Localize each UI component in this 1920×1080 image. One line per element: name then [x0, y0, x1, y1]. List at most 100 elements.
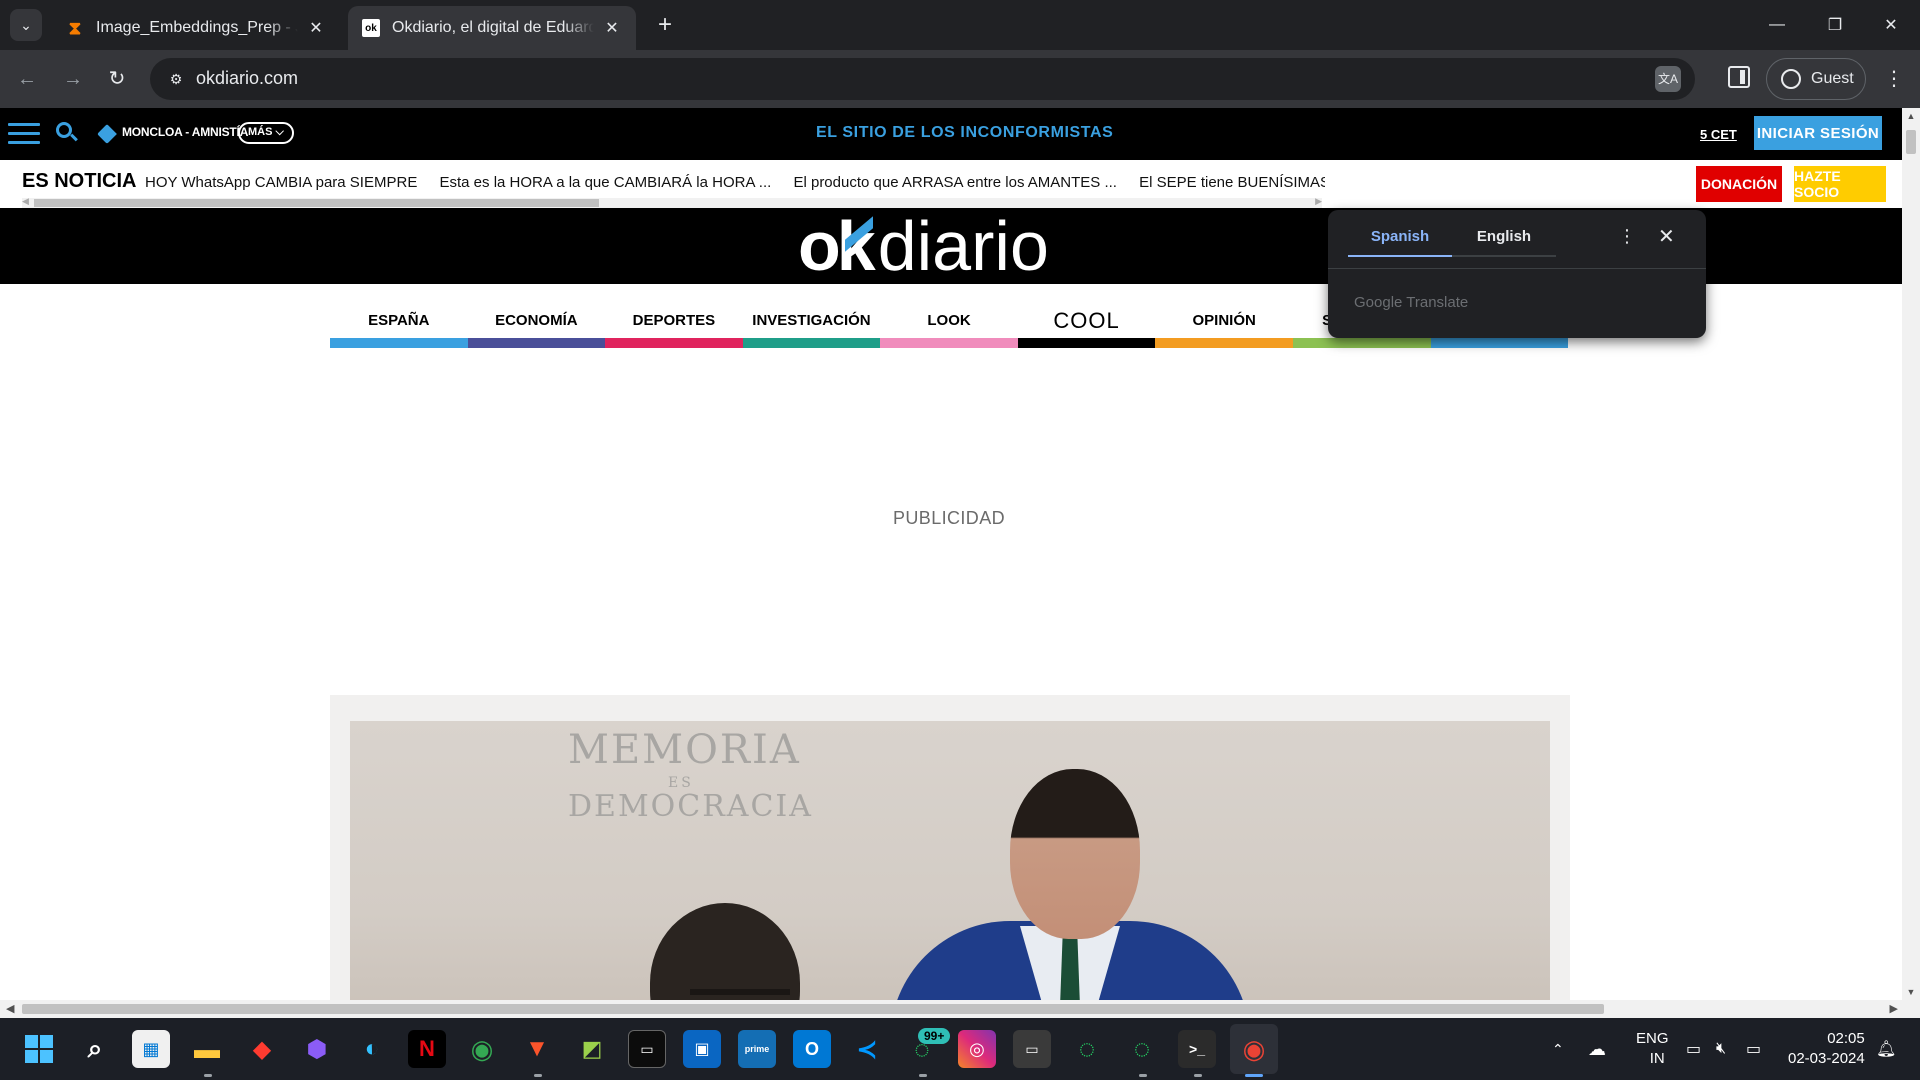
app-red-diamond-icon[interactable]: ◆	[243, 1030, 281, 1068]
scroll-right-icon[interactable]: ▶	[1315, 196, 1322, 207]
vscode-icon[interactable]: ≺	[848, 1030, 886, 1068]
okdiario-logo[interactable]: ok diario	[798, 210, 1049, 282]
terminal-icon[interactable]: >_	[1178, 1030, 1216, 1068]
become-member-button[interactable]: HAZTE SOCIO	[1794, 166, 1886, 202]
more-topics-button[interactable]: MÁS ⌵	[238, 122, 294, 144]
chrome-icon[interactable]: ◉	[463, 1030, 501, 1068]
running-indicator	[919, 1074, 927, 1077]
onedrive-icon[interactable]: ☁	[1588, 1018, 1606, 1080]
close-icon[interactable]: ✕	[1658, 224, 1675, 249]
lead-article[interactable]: MEMORIA ES DEMOCRACIA	[330, 695, 1570, 1000]
app-purple-icon[interactable]: ⬢	[298, 1030, 336, 1068]
scroll-down-icon[interactable]: ▼	[1906, 987, 1916, 997]
hourglass-icon: ⧗	[68, 17, 82, 38]
instagram-icon[interactable]: ◎	[958, 1030, 996, 1068]
notifications-bell-icon[interactable]: 🔔︎	[1876, 1018, 1896, 1080]
new-tab-button[interactable]: +	[652, 12, 678, 38]
ticker-scrollbar[interactable]: ◀ ▶	[22, 196, 1322, 208]
app-blue-icon[interactable]: ▣	[683, 1030, 721, 1068]
site-topbar: MONCLOA - AMNISTÍA MÁS ⌵ EL SITIO DE LOS…	[0, 108, 1902, 160]
ticker-item[interactable]: Esta es la HORA a la que CAMBIARÁ la HOR…	[440, 174, 772, 191]
divider	[1328, 268, 1706, 269]
tab-search-button[interactable]: ⌄	[10, 9, 42, 41]
scroll-left-icon[interactable]: ◀	[6, 1002, 14, 1015]
nav-cool[interactable]: COOL	[1017, 298, 1156, 348]
url-text[interactable]: okdiario.com	[196, 68, 298, 89]
scroll-up-icon[interactable]: ▲	[1906, 111, 1916, 121]
google-translate-brand: Google Translate	[1354, 294, 1469, 311]
volume-muted-icon[interactable]: 🔇︎	[1716, 1018, 1726, 1080]
close-icon[interactable]: ✕	[306, 18, 326, 38]
app-green-ring-icon[interactable]: ◌	[1123, 1030, 1161, 1068]
minimize-button[interactable]: —	[1748, 0, 1806, 50]
search-icon[interactable]	[56, 122, 78, 144]
search-icon[interactable]: ⌕	[76, 1030, 114, 1068]
trending-topic-link[interactable]: MONCLOA - AMNISTÍA	[122, 125, 248, 139]
browser-tabstrip: ⌄ ⧗ Image_Embeddings_Prep - Jupyter ✕ ok…	[0, 0, 1920, 50]
running-indicator	[1139, 1074, 1147, 1077]
translate-options-icon[interactable]: ⋮	[1618, 226, 1636, 247]
prime-video-icon[interactable]: prime	[738, 1030, 776, 1068]
horizontal-scrollbar[interactable]: ◀ ▶	[0, 1000, 1920, 1018]
chrome-icon[interactable]: ◉	[1235, 1030, 1273, 1068]
vertical-scroll-thumb[interactable]	[1906, 130, 1916, 154]
tab-jupyter[interactable]: ⧗ Image_Embeddings_Prep - Jupyter ✕	[52, 6, 340, 50]
nav-deportes[interactable]: DEPORTES	[605, 298, 743, 348]
netflix-icon[interactable]: N	[408, 1030, 446, 1068]
login-button[interactable]: INICIAR SESIÓN	[1754, 116, 1882, 150]
ticker-item[interactable]: HOY WhatsApp CAMBIA para SIEMPRE	[145, 174, 417, 191]
close-window-button[interactable]: ✕	[1862, 0, 1920, 50]
tray-overflow-icon[interactable]: ⌃	[1552, 1018, 1564, 1080]
reload-button[interactable]: ↻	[104, 66, 130, 92]
site-info-icon[interactable]: ⚙	[164, 67, 188, 91]
region-label: IN	[1649, 1050, 1665, 1067]
nav-investigacion[interactable]: INVESTIGACIÓN	[742, 298, 881, 348]
vertical-scrollbar[interactable]: ▲ ▼	[1902, 108, 1920, 1000]
clock[interactable]: 02:05 02-03-2024	[1788, 1018, 1865, 1080]
logo-ok: ok	[798, 207, 876, 285]
running-indicator	[204, 1074, 212, 1077]
nav-economia[interactable]: ECONOMÍA	[467, 298, 606, 348]
nav-espana[interactable]: ESPAÑA	[330, 298, 468, 348]
nav-look[interactable]: LOOK	[880, 298, 1018, 348]
ticker-scroll-thumb[interactable]	[34, 199, 599, 207]
input-language[interactable]: ENG IN	[1636, 1018, 1669, 1080]
side-panel-icon[interactable]	[1728, 66, 1750, 88]
ticker-item[interactable]: El SEPE tiene BUENÍSIMAS NOTICIAS	[1139, 174, 1325, 191]
profile-button[interactable]: Guest	[1766, 58, 1866, 100]
app-window-icon[interactable]: ▭	[1013, 1030, 1051, 1068]
horizontal-scroll-thumb[interactable]	[22, 1004, 1604, 1014]
network-icon[interactable]: ▭	[1686, 1018, 1701, 1080]
app-green-icon[interactable]: ◩	[573, 1030, 611, 1068]
app-green-ring-icon[interactable]: ◌	[1068, 1030, 1106, 1068]
translate-source-tab[interactable]: Spanish	[1348, 228, 1452, 257]
battery-icon[interactable]: ▭	[1746, 1018, 1761, 1080]
edge-icon[interactable]: ◐	[353, 1030, 391, 1068]
file-explorer-icon[interactable]: ▬	[188, 1030, 226, 1068]
tab-okdiario[interactable]: ok Okdiario, el digital de Eduardo Inda …	[348, 6, 636, 50]
browser-menu-icon[interactable]: ⋮	[1884, 64, 1904, 94]
scroll-right-icon[interactable]: ▶	[1890, 1002, 1898, 1015]
restore-button[interactable]: ❐	[1806, 0, 1864, 50]
nav-opinion[interactable]: OPINIÓN	[1155, 298, 1293, 348]
forward-button[interactable]: →	[60, 66, 86, 92]
article-photo[interactable]: MEMORIA ES DEMOCRACIA	[350, 721, 1550, 1000]
translate-target-tab[interactable]: English	[1452, 228, 1556, 257]
tab-title: Okdiario, el digital de Eduardo Inda	[392, 19, 594, 36]
profile-label: Guest	[1811, 70, 1854, 87]
lang-label: ENG	[1636, 1030, 1669, 1047]
brave-icon[interactable]: ▼	[518, 1030, 556, 1068]
address-bar[interactable]: ⚙ okdiario.com 文A	[150, 58, 1695, 100]
donation-button[interactable]: DONACIÓN	[1696, 166, 1782, 202]
terminal-icon[interactable]: ▭	[628, 1030, 666, 1068]
hamburger-menu-icon[interactable]	[8, 123, 40, 145]
windows-start-icon[interactable]	[20, 1030, 58, 1068]
scroll-left-icon[interactable]: ◀	[22, 196, 29, 207]
store-icon[interactable]: ▦	[132, 1030, 170, 1068]
close-icon[interactable]: ✕	[602, 18, 622, 38]
clock-time: 02:05	[1827, 1030, 1865, 1047]
outlook-icon[interactable]: O	[793, 1030, 831, 1068]
back-button[interactable]: ←	[14, 66, 40, 92]
translate-icon[interactable]: 文A	[1655, 66, 1681, 92]
ticker-item[interactable]: El producto que ARRASA entre los AMANTES…	[793, 174, 1117, 191]
